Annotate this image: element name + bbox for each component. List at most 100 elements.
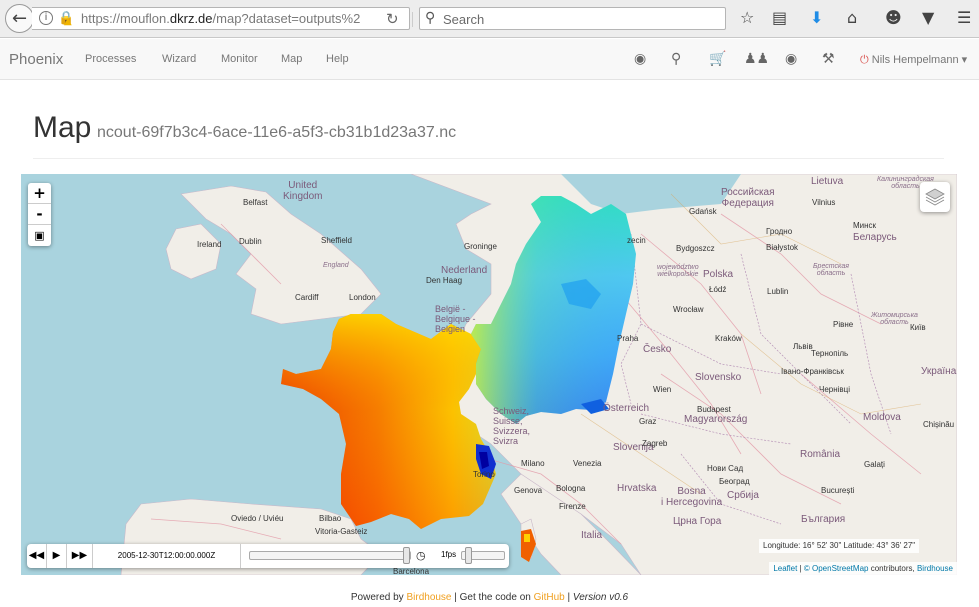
- menu-icon[interactable]: ☰: [957, 8, 971, 27]
- dashboard-icon[interactable]: ◉: [634, 51, 646, 67]
- cart-icon[interactable]: 🛒: [709, 51, 726, 67]
- time-slider[interactable]: [249, 547, 411, 564]
- page-title: Map: [33, 111, 92, 144]
- label-novi-sad: Нови Сад: [707, 464, 744, 473]
- divider: [33, 158, 944, 159]
- search-input[interactable]: ⚲ Search: [419, 7, 726, 30]
- reload-icon[interactable]: ↻: [386, 10, 399, 28]
- label-schweiz: Schweiz, Suisse, Svizzera, Svizra: [493, 406, 531, 446]
- label-bologna: Bologna: [556, 484, 586, 493]
- speed-slider[interactable]: [461, 547, 505, 564]
- label-hrvatska: Hrvatska: [617, 483, 657, 494]
- label-bialystok: Białystok: [766, 243, 799, 252]
- search-icon: ⚲: [425, 10, 436, 26]
- play-button[interactable]: ▶: [47, 544, 67, 568]
- zoom-out-button[interactable]: -: [28, 204, 51, 225]
- label-oviedo: Oviedo / Uviéu: [231, 514, 284, 523]
- user-menu[interactable]: ⏻ Nils Hempelmann ▾: [860, 53, 967, 67]
- chat-icon[interactable]: ☻: [885, 8, 902, 27]
- label-groningen: Groninge: [464, 242, 497, 251]
- nav-wizard[interactable]: Wizard: [162, 53, 196, 65]
- label-cardiff: Cardiff: [295, 293, 319, 302]
- birdhouse-link[interactable]: Birdhouse: [406, 592, 451, 603]
- url-text[interactable]: https://mouflon.dkrz.de/map?dataset=outp…: [81, 11, 360, 26]
- nav-processes[interactable]: Processes: [85, 53, 136, 65]
- zoom-control: + - ▣: [28, 183, 51, 246]
- label-lodz: Łódź: [709, 285, 727, 294]
- label-rossiyskaya: Российская Федерация: [721, 187, 775, 209]
- fullscreen-icon[interactable]: ▣: [28, 225, 51, 246]
- insecure-lock-icon[interactable]: 🔒 ▲: [58, 11, 74, 27]
- pocket-icon[interactable]: ▼: [922, 8, 934, 27]
- label-belfast: Belfast: [243, 198, 268, 207]
- current-time-display: 2005-12-30T12:00:00.000Z: [93, 544, 241, 568]
- time-slider-handle[interactable]: [403, 547, 410, 564]
- label-osterreich: Österreich: [603, 403, 650, 414]
- fps-label: 1fps: [441, 550, 457, 559]
- label-ivano: Івано-Франківськ: [781, 367, 844, 376]
- label-chisinau: Chișinău: [923, 420, 955, 429]
- info-icon[interactable]: i: [39, 11, 53, 25]
- label-torino: Torino: [473, 470, 495, 479]
- label-magyarorszag: Magyarország: [684, 414, 748, 425]
- speed-slider-handle[interactable]: [465, 547, 472, 564]
- label-italia: Italia: [581, 530, 603, 541]
- label-vilnius: Vilnius: [812, 198, 836, 207]
- nav-map[interactable]: Map: [281, 53, 302, 65]
- label-rivne: Рівне: [833, 320, 854, 329]
- users-icon[interactable]: ♟♟: [744, 51, 769, 67]
- label-krakow: Kraków: [715, 334, 742, 343]
- back-arrow-icon[interactable]: ←: [5, 4, 34, 33]
- clock-icon: ◷: [416, 549, 426, 562]
- label-venezia: Venezia: [573, 459, 602, 468]
- osm-link[interactable]: © OpenStreetMap: [804, 564, 869, 573]
- reading-list-icon[interactable]: ▤: [772, 8, 787, 27]
- label-belarus: Беларусь: [853, 232, 897, 243]
- page-footer: Powered by Birdhouse | Get the code on G…: [350, 592, 629, 603]
- wrench-icon[interactable]: ⚒: [822, 51, 835, 67]
- label-gdansk: Gdańsk: [689, 207, 717, 216]
- zoom-in-button[interactable]: +: [28, 183, 51, 204]
- download-icon[interactable]: ⬇: [810, 8, 823, 27]
- map-view[interactable]: United Kingdom Ireland Dublin Belfast Sh…: [21, 174, 957, 575]
- birdhouse-map-link[interactable]: Birdhouse: [917, 564, 953, 573]
- home-icon[interactable]: ⌂: [847, 8, 857, 27]
- label-belgie: België - Belgique - Belgien: [435, 304, 476, 334]
- step-forward-button[interactable]: ▶▶: [67, 544, 93, 568]
- search-icon[interactable]: ⚲: [671, 51, 681, 67]
- leaflet-link[interactable]: Leaflet: [773, 564, 797, 573]
- layers-icon[interactable]: [920, 182, 950, 212]
- label-vitoria: Vitoria-Gasteiz: [315, 527, 368, 536]
- label-ukraina: Україна: [921, 366, 957, 377]
- github-link[interactable]: GitHub: [534, 592, 565, 603]
- label-bosna: Bosna i Hercegovina: [661, 486, 723, 508]
- label-ireland: Ireland: [197, 240, 222, 249]
- label-lietuva: Lietuva: [811, 176, 844, 187]
- label-lublin: Lublin: [767, 287, 789, 296]
- label-chernivtsi: Чернівці: [819, 385, 851, 394]
- label-grodno: Гродно: [766, 227, 793, 236]
- time-dimension-control: ◀◀ ▶ ▶▶ 2005-12-30T12:00:00.000Z ◷ 1fps: [27, 544, 509, 568]
- page-subtitle: ncout-69f7b3c4-6ace-11e6-a5f3-cb31b1d23a…: [97, 124, 457, 141]
- label-den-haag: Den Haag: [426, 276, 463, 285]
- label-wroclaw: Wrocław: [673, 305, 704, 314]
- label-wojewodztwo: województwo wielkopolskie: [657, 264, 699, 278]
- label-barcelona: Barcelona: [393, 567, 430, 575]
- bookmark-star-icon[interactable]: ☆: [740, 8, 754, 27]
- label-graz: Graz: [639, 417, 657, 426]
- power-icon: ⏻: [860, 53, 869, 66]
- label-ternopil: Тернопіль: [811, 349, 849, 358]
- map-attribution: Leaflet | © OpenStreetMap contributors, …: [769, 562, 957, 575]
- brand-logo[interactable]: Phoenix: [9, 51, 63, 68]
- step-back-button[interactable]: ◀◀: [27, 544, 47, 568]
- label-minsk: Минск: [853, 221, 877, 230]
- nav-monitor[interactable]: Monitor: [221, 53, 258, 65]
- url-bar[interactable]: i 🔒 ▲ https://mouflon.dkrz.de/map?dataset…: [32, 7, 413, 30]
- eye-icon[interactable]: ◉: [785, 51, 797, 67]
- version-label: Version v0.6: [572, 592, 629, 603]
- label-brest: Брестская область: [813, 263, 849, 277]
- label-zagreb: Zagreb: [642, 439, 668, 448]
- nav-help[interactable]: Help: [326, 53, 349, 65]
- label-polska: Polska: [703, 269, 734, 280]
- label-nederland: Nederland: [441, 265, 488, 276]
